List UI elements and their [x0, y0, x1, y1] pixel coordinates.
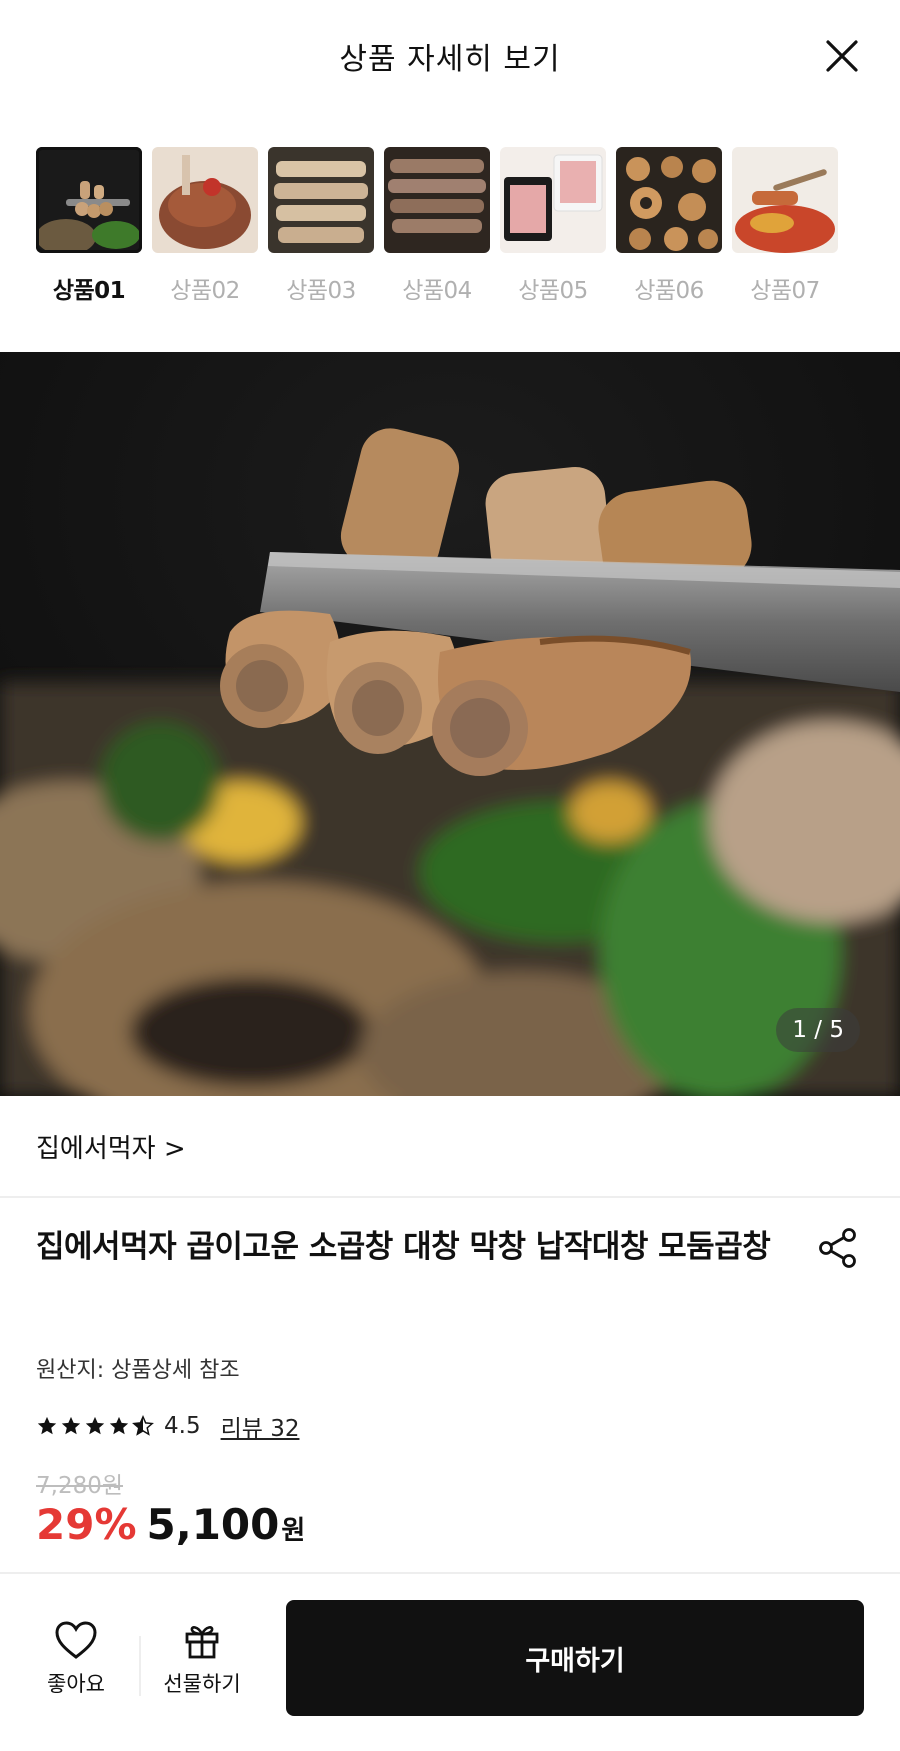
divider — [139, 1636, 141, 1696]
currency-unit: 원 — [281, 1516, 306, 1546]
thumbnail-05[interactable]: 상품05 — [500, 147, 606, 307]
rating-value: 4.5 — [164, 1413, 201, 1439]
thumbnail-06[interactable]: 상품06 — [616, 147, 722, 307]
like-button[interactable]: 좋아요 — [38, 1620, 114, 1698]
original-price: 7,280원 — [36, 1473, 124, 1499]
thumbnail-image — [384, 147, 490, 253]
divider — [0, 1196, 900, 1198]
thumbnail-02[interactable]: 상품02 — [152, 147, 258, 307]
sale-price: 5,100 — [146, 1500, 280, 1549]
bottom-action-bar: 좋아요 선물하기 구매하기 — [0, 1572, 900, 1751]
store-link[interactable]: 집에서먹자 > — [36, 1128, 186, 1165]
thumbnail-04[interactable]: 상품04 — [384, 147, 490, 307]
gift-label: 선물하기 — [163, 1672, 241, 1696]
image-pager: 1 / 5 — [776, 1008, 860, 1052]
thumbnail-label: 상품04 — [402, 278, 472, 304]
hero-photo — [0, 352, 900, 1096]
heart-icon — [55, 1621, 97, 1659]
thumbnail-image — [500, 147, 606, 253]
thumbnail-01[interactable]: 상품01 — [36, 147, 142, 307]
thumbnail-03[interactable]: 상품03 — [268, 147, 374, 307]
thumbnail-image — [268, 147, 374, 253]
price-row: 29% 5,100 원 — [36, 1500, 305, 1549]
discount-rate: 29% — [36, 1500, 137, 1549]
thumbnail-image — [616, 147, 722, 253]
like-label: 좋아요 — [47, 1672, 105, 1696]
thumbnail-label: 상품01 — [52, 278, 126, 304]
thumbnail-label: 상품07 — [750, 278, 820, 304]
gift-button[interactable]: 선물하기 — [152, 1620, 252, 1698]
page-title: 상품 자세히 보기 — [339, 42, 561, 77]
share-icon[interactable] — [816, 1226, 860, 1270]
buy-button[interactable]: 구매하기 — [286, 1600, 864, 1716]
review-link[interactable]: 리뷰 32 — [221, 1409, 300, 1443]
thumbnail-image — [732, 147, 838, 253]
thumbnail-label: 상품02 — [170, 278, 240, 304]
thumbnail-07[interactable]: 상품07 — [732, 147, 838, 307]
rating-row: 4.5 리뷰 32 — [36, 1410, 299, 1442]
star-icon — [61, 1416, 81, 1435]
origin-info: 원산지: 상품상세 참조 — [36, 1358, 240, 1383]
rating-stars — [36, 1415, 154, 1437]
thumbnail-image — [36, 147, 142, 253]
gift-icon — [185, 1626, 219, 1659]
star-icon — [109, 1416, 129, 1435]
header: 상품 자세히 보기 — [0, 0, 900, 110]
star-icon — [85, 1416, 105, 1435]
thumbnail-label: 상품06 — [634, 278, 704, 304]
thumbnail-image — [152, 147, 258, 253]
thumbnail-strip: 상품01 상품02 상품03 상품04 상품05 상품06 상품07 — [36, 147, 866, 307]
thumbnail-label: 상품03 — [286, 278, 356, 304]
close-icon[interactable] — [822, 36, 862, 76]
product-title: 집에서먹자 곱이고운 소곱창 대창 막창 납작대창 모둠곱창 — [36, 1229, 771, 1265]
star-icon — [37, 1416, 57, 1435]
star-half-icon — [132, 1415, 154, 1436]
product-hero-image[interactable]: 1 / 5 — [0, 352, 900, 1096]
thumbnail-label: 상품05 — [518, 278, 588, 304]
